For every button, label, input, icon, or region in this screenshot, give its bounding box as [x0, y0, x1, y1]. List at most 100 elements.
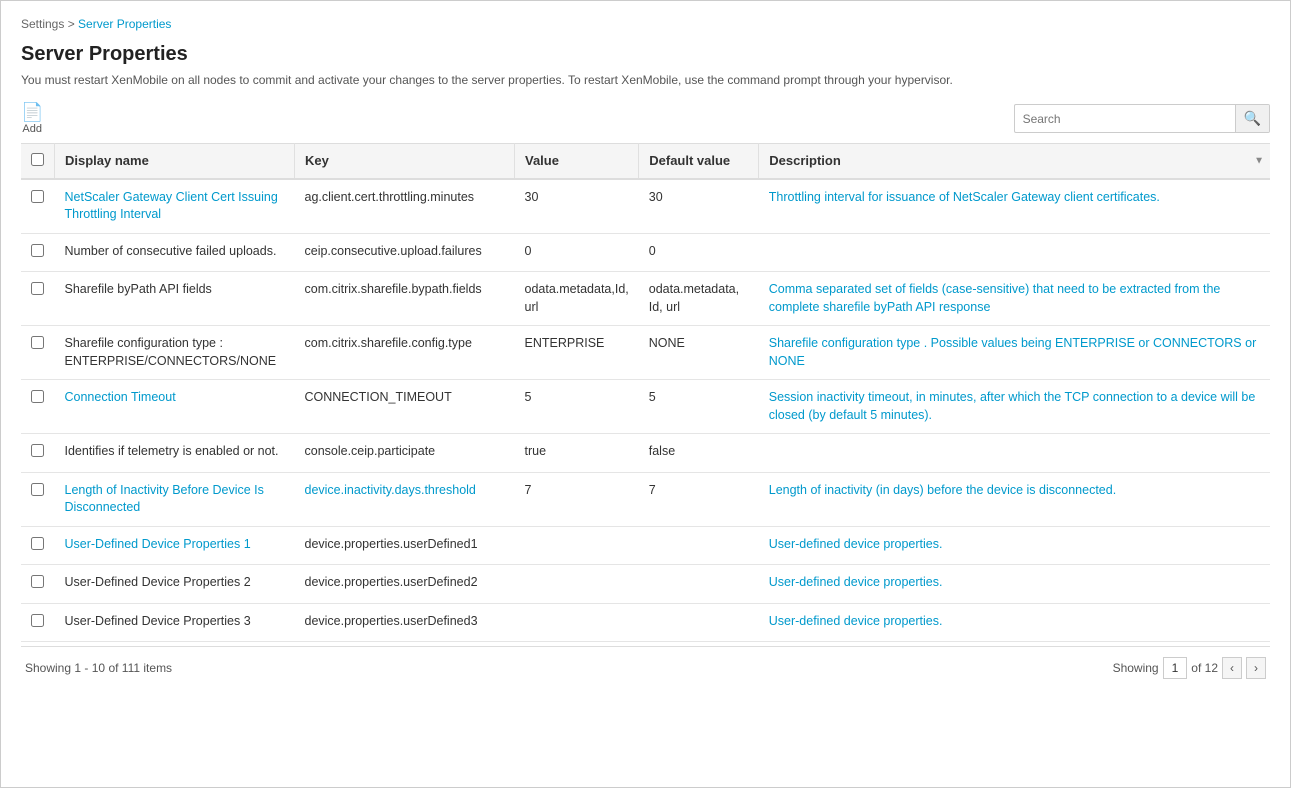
row-checkbox[interactable] — [31, 282, 44, 295]
row-checkbox-cell — [21, 434, 55, 473]
range-start: 1 — [74, 661, 81, 675]
cell-default-value — [639, 565, 759, 604]
row-checkbox[interactable] — [31, 483, 44, 496]
row-checkbox[interactable] — [31, 336, 44, 349]
table-row: Number of consecutive failed uploads.cei… — [21, 233, 1270, 272]
cell-description: Throttling interval for issuance of NetS… — [759, 179, 1270, 234]
cell-value — [515, 603, 639, 642]
display-name-link[interactable]: Connection Timeout — [65, 390, 176, 404]
current-page: 1 — [1163, 657, 1188, 679]
row-checkbox-cell — [21, 326, 55, 380]
cell-value: 5 — [515, 380, 639, 434]
row-checkbox-cell — [21, 179, 55, 234]
header-checkbox-cell — [21, 143, 55, 179]
cell-description — [759, 434, 1270, 473]
table-row: Sharefile byPath API fieldscom.citrix.sh… — [21, 272, 1270, 326]
row-checkbox[interactable] — [31, 575, 44, 588]
cell-value — [515, 526, 639, 565]
cell-description: User-defined device properties. — [759, 565, 1270, 604]
cell-display-name: User-Defined Device Properties 3 — [55, 603, 295, 642]
cell-description: Comma separated set of fields (case-sens… — [759, 272, 1270, 326]
header-default-value: Default value — [639, 143, 759, 179]
cell-key: ag.client.cert.throttling.minutes — [295, 179, 515, 234]
cell-description: Session inactivity timeout, in minutes, … — [759, 380, 1270, 434]
cell-value: 30 — [515, 179, 639, 234]
of-pages: of 12 — [1191, 661, 1218, 675]
row-checkbox[interactable] — [31, 444, 44, 457]
range-end: 10 — [92, 661, 105, 675]
cell-display-name: User-Defined Device Properties 1 — [55, 526, 295, 565]
display-name-link[interactable]: User-Defined Device Properties 1 — [65, 537, 251, 551]
table-row: NetScaler Gateway Client Cert Issuing Th… — [21, 179, 1270, 234]
row-checkbox[interactable] — [31, 390, 44, 403]
select-all-checkbox[interactable] — [31, 153, 44, 166]
row-checkbox[interactable] — [31, 190, 44, 203]
row-checkbox-cell — [21, 603, 55, 642]
table-header-row: Display name Key Value Default value Des… — [21, 143, 1270, 179]
add-button[interactable]: 📄 Add — [21, 103, 43, 135]
add-label: Add — [22, 123, 42, 135]
cell-value: 0 — [515, 233, 639, 272]
search-icon: 🔍 — [1244, 110, 1261, 126]
cell-value: odata.metadata,Id, url — [515, 272, 639, 326]
cell-display-name: Connection Timeout — [55, 380, 295, 434]
breadcrumb-parent: Settings — [21, 17, 64, 31]
search-input[interactable] — [1015, 107, 1235, 131]
row-checkbox[interactable] — [31, 614, 44, 627]
cell-default-value: NONE — [639, 326, 759, 380]
sort-icon: ▼ — [1254, 155, 1264, 166]
showing-label: Showing — [25, 661, 71, 675]
row-checkbox-cell — [21, 565, 55, 604]
page-wrapper: Settings > Server Properties Server Prop… — [1, 1, 1290, 705]
page-showing-label: Showing — [1113, 661, 1159, 675]
row-checkbox-cell — [21, 526, 55, 565]
cell-display-name: Number of consecutive failed uploads. — [55, 233, 295, 272]
header-description[interactable]: Description ▼ — [759, 143, 1270, 179]
cell-display-name: NetScaler Gateway Client Cert Issuing Th… — [55, 179, 295, 234]
search-box: 🔍 — [1014, 104, 1270, 133]
cell-description: User-defined device properties. — [759, 603, 1270, 642]
cell-default-value: 7 — [639, 472, 759, 526]
footer-bar: Showing 1 - 10 of 111 items Showing 1 of… — [21, 646, 1270, 689]
row-checkbox-cell — [21, 472, 55, 526]
cell-default-value: 0 — [639, 233, 759, 272]
display-name-link[interactable]: NetScaler Gateway Client Cert Issuing Th… — [65, 190, 278, 222]
header-display-name: Display name — [55, 143, 295, 179]
cell-key: device.properties.userDefined1 — [295, 526, 515, 565]
cell-default-value: 5 — [639, 380, 759, 434]
row-checkbox[interactable] — [31, 537, 44, 550]
cell-default-value: odata.metadata, Id, url — [639, 272, 759, 326]
cell-value: ENTERPRISE — [515, 326, 639, 380]
cell-value — [515, 565, 639, 604]
toolbar: 📄 Add 🔍 — [21, 103, 1270, 135]
search-button[interactable]: 🔍 — [1235, 105, 1269, 132]
properties-table: Display name Key Value Default value Des… — [21, 143, 1270, 643]
cell-display-name: Sharefile byPath API fields — [55, 272, 295, 326]
cell-value: 7 — [515, 472, 639, 526]
cell-display-name: Sharefile configuration type : ENTERPRIS… — [55, 326, 295, 380]
cell-default-value: 30 — [639, 179, 759, 234]
range-separator: - — [84, 661, 91, 675]
page-description: You must restart XenMobile on all nodes … — [21, 72, 1270, 89]
display-name-link[interactable]: Length of Inactivity Before Device Is Di… — [65, 483, 264, 515]
key-link[interactable]: device.inactivity.days.threshold — [305, 483, 476, 497]
breadcrumb-current[interactable]: Server Properties — [78, 17, 171, 31]
cell-key: device.properties.userDefined3 — [295, 603, 515, 642]
header-key: Key — [295, 143, 515, 179]
total-items: 111 — [122, 661, 140, 675]
prev-page-button[interactable]: ‹ — [1222, 657, 1242, 679]
next-page-button[interactable]: › — [1246, 657, 1266, 679]
table-row: Connection TimeoutCONNECTION_TIMEOUT55Se… — [21, 380, 1270, 434]
pagination: Showing 1 of 12 ‹ › — [1113, 657, 1266, 679]
cell-key: console.ceip.participate — [295, 434, 515, 473]
row-checkbox-cell — [21, 380, 55, 434]
row-checkbox-cell — [21, 272, 55, 326]
toolbar-left: 📄 Add — [21, 103, 43, 135]
row-checkbox[interactable] — [31, 244, 44, 257]
page-title: Server Properties — [21, 43, 1270, 66]
table-row: Sharefile configuration type : ENTERPRIS… — [21, 326, 1270, 380]
table-row: Identifies if telemetry is enabled or no… — [21, 434, 1270, 473]
table-row: User-Defined Device Properties 1 device.p… — [21, 526, 1270, 565]
cell-key: com.citrix.sharefile.config.type — [295, 326, 515, 380]
cell-default-value — [639, 603, 759, 642]
